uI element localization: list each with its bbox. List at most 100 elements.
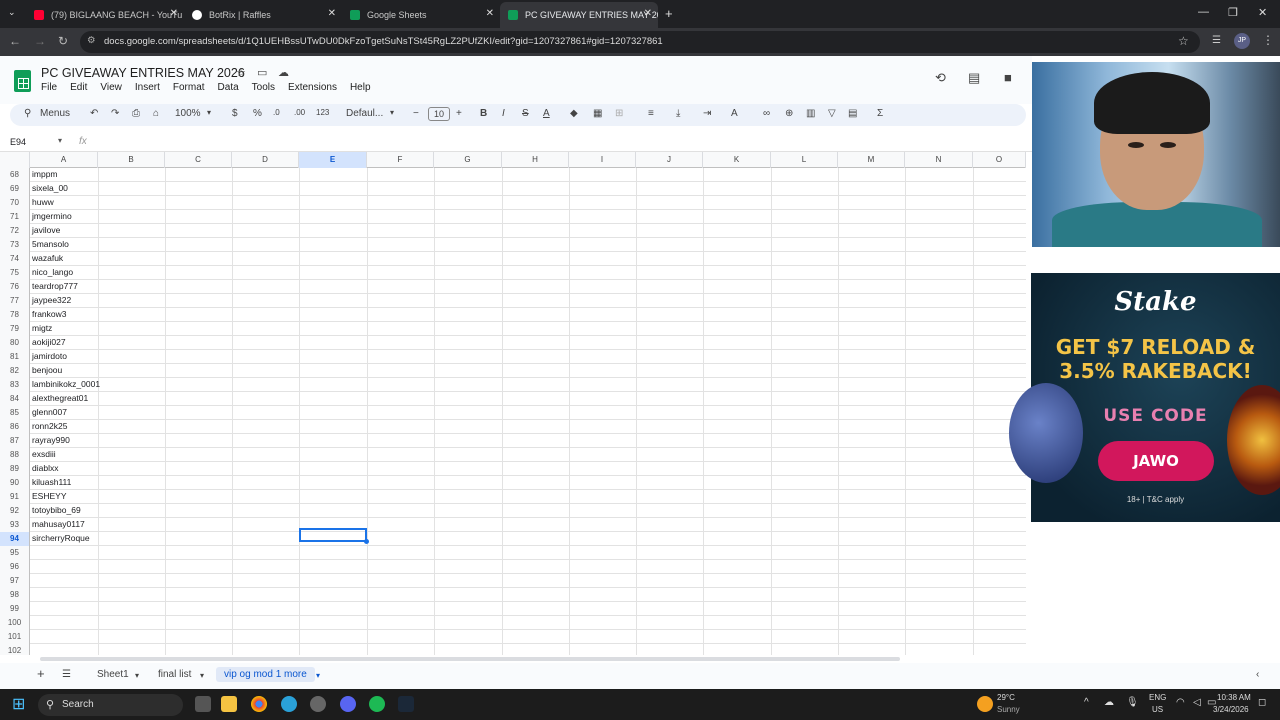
obs-icon[interactable] bbox=[310, 696, 326, 712]
row-header[interactable]: 70 bbox=[0, 196, 30, 210]
language-region[interactable]: US bbox=[1152, 705, 1163, 714]
site-info-icon[interactable]: ⚙ bbox=[87, 35, 96, 46]
microphone-icon[interactable]: 🎙 bbox=[1126, 697, 1139, 708]
document-title[interactable]: PC GIVEAWAY ENTRIES MAY 2026 bbox=[41, 66, 245, 80]
row-header[interactable]: 74 bbox=[0, 252, 30, 266]
column-header-c[interactable]: C bbox=[165, 152, 232, 168]
cell-a[interactable]: lambinikokz_0001 bbox=[32, 379, 100, 389]
forward-icon[interactable]: → bbox=[34, 34, 46, 48]
text-wrap-icon[interactable]: ⇥ bbox=[703, 108, 711, 119]
column-header-l[interactable]: L bbox=[771, 152, 838, 168]
url-field[interactable]: ⚙ docs.google.com/spreadsheets/d/1Q1UEHB… bbox=[80, 31, 1200, 53]
menu-format[interactable]: Format bbox=[173, 82, 205, 93]
new-tab-icon[interactable]: + bbox=[665, 6, 673, 21]
row-header[interactable]: 73 bbox=[0, 238, 30, 252]
column-header-n[interactable]: N bbox=[905, 152, 973, 168]
row-header[interactable]: 82 bbox=[0, 364, 30, 378]
search-menus[interactable]: Menus bbox=[40, 108, 70, 119]
cell-a[interactable]: exsdiii bbox=[32, 449, 56, 459]
row-header[interactable]: 72 bbox=[0, 224, 30, 238]
cell-a[interactable]: ESHEYY bbox=[32, 491, 67, 501]
cell-a[interactable]: ronn2k25 bbox=[32, 421, 67, 431]
search-icon[interactable]: ⚲ bbox=[24, 108, 31, 119]
font-select[interactable]: Defaul... bbox=[346, 108, 383, 119]
reload-icon[interactable]: ↻ bbox=[58, 34, 68, 48]
taskbar-search-box[interactable]: ⚲ Search bbox=[38, 694, 183, 716]
cell-a[interactable]: benjoou bbox=[32, 365, 62, 375]
increase-font-icon[interactable]: + bbox=[456, 108, 462, 119]
italic-icon[interactable]: I bbox=[502, 108, 505, 119]
row-header[interactable]: 86 bbox=[0, 420, 30, 434]
text-color-icon[interactable]: A bbox=[543, 108, 550, 119]
browser-menu-icon[interactable]: ⋮ bbox=[1262, 33, 1274, 47]
decrease-decimal-button[interactable]: .0 bbox=[273, 108, 280, 117]
row-header[interactable]: 95 bbox=[0, 546, 30, 560]
menu-insert[interactable]: Insert bbox=[135, 82, 160, 93]
currency-button[interactable]: $ bbox=[232, 108, 238, 119]
column-header-b[interactable]: B bbox=[98, 152, 165, 168]
volume-icon[interactable]: ◁ bbox=[1193, 697, 1201, 708]
version-history-icon[interactable]: ⟲ bbox=[935, 70, 946, 86]
row-header[interactable]: 89 bbox=[0, 462, 30, 476]
chevron-down-icon[interactable]: ▾ bbox=[390, 108, 394, 117]
cell-a[interactable]: sircherryRoque bbox=[32, 533, 90, 543]
insert-link-icon[interactable]: ∞ bbox=[763, 108, 770, 119]
row-header[interactable]: 75 bbox=[0, 266, 30, 280]
maximize-icon[interactable]: ❐ bbox=[1228, 6, 1238, 19]
cell-a[interactable]: wazafuk bbox=[32, 253, 63, 263]
browser-tab-google-sheets[interactable]: Google Sheets ✕ bbox=[342, 4, 500, 26]
merge-cells-icon[interactable]: ⊞ bbox=[615, 108, 623, 119]
weather-temp[interactable]: 29°C bbox=[997, 693, 1015, 702]
row-header[interactable]: 96 bbox=[0, 560, 30, 574]
chevron-down-icon[interactable]: ▾ bbox=[316, 671, 320, 680]
column-header-a[interactable]: A bbox=[30, 152, 98, 168]
wifi-icon[interactable]: ◠ bbox=[1176, 697, 1185, 708]
functions-icon[interactable]: Σ bbox=[877, 108, 883, 119]
row-header[interactable]: 85 bbox=[0, 406, 30, 420]
row-header[interactable]: 81 bbox=[0, 350, 30, 364]
browser-tab-botrix[interactable]: BotRix | Raffles ✕ bbox=[184, 4, 342, 26]
zoom-select[interactable]: 100% bbox=[175, 108, 201, 119]
row-header[interactable]: 87 bbox=[0, 434, 30, 448]
sheets-logo-icon[interactable] bbox=[14, 70, 31, 92]
column-header-m[interactable]: M bbox=[838, 152, 905, 168]
row-header[interactable]: 84 bbox=[0, 392, 30, 406]
cell-a[interactable]: jamirdoto bbox=[32, 351, 67, 361]
row-header[interactable]: 102 bbox=[0, 644, 30, 655]
row-header[interactable]: 71 bbox=[0, 210, 30, 224]
cell-a[interactable]: diablxx bbox=[32, 463, 58, 473]
add-sheet-icon[interactable]: + bbox=[37, 666, 45, 681]
strikethrough-icon[interactable]: S bbox=[522, 108, 529, 119]
close-window-icon[interactable]: ✕ bbox=[1258, 6, 1267, 19]
horizontal-scrollbar[interactable] bbox=[30, 656, 1030, 662]
increase-decimal-button[interactable]: .00 bbox=[294, 108, 305, 117]
chevron-down-icon[interactable]: ▾ bbox=[58, 136, 62, 145]
cell-a[interactable]: migtz bbox=[32, 323, 52, 333]
row-header[interactable]: 93 bbox=[0, 518, 30, 532]
profile-avatar[interactable]: JP bbox=[1234, 33, 1250, 49]
row-header[interactable]: 91 bbox=[0, 490, 30, 504]
cell-a[interactable]: huww bbox=[32, 197, 54, 207]
telegram-icon[interactable] bbox=[281, 696, 297, 712]
reading-list-icon[interactable]: ☰ bbox=[1212, 35, 1221, 46]
menu-data[interactable]: Data bbox=[218, 82, 239, 93]
row-header[interactable]: 99 bbox=[0, 602, 30, 616]
cell-a[interactable]: jaypee322 bbox=[32, 295, 71, 305]
chevron-down-icon[interactable]: ▾ bbox=[135, 671, 139, 680]
row-header[interactable]: 97 bbox=[0, 574, 30, 588]
align-horizontal-icon[interactable]: ≡ bbox=[648, 108, 654, 119]
row-header[interactable]: 77 bbox=[0, 294, 30, 308]
spotify-icon[interactable] bbox=[369, 696, 385, 712]
cell-a[interactable]: glenn007 bbox=[32, 407, 67, 417]
name-box[interactable]: E94 bbox=[10, 137, 26, 147]
filter-views-icon[interactable]: ▤ bbox=[848, 108, 857, 119]
clock-date[interactable]: 3/24/2026 bbox=[1213, 705, 1249, 714]
row-header[interactable]: 80 bbox=[0, 336, 30, 350]
browser-tab-youtube[interactable]: (79) BIGLAANG BEACH - YouTu ✕ bbox=[26, 4, 184, 26]
column-header-h[interactable]: H bbox=[502, 152, 569, 168]
all-sheets-icon[interactable]: ☰ bbox=[62, 669, 71, 680]
row-header[interactable]: 92 bbox=[0, 504, 30, 518]
row-header[interactable]: 100 bbox=[0, 616, 30, 630]
bookmark-star-icon[interactable]: ☆ bbox=[1178, 34, 1189, 48]
column-header-e[interactable]: E bbox=[299, 152, 367, 168]
